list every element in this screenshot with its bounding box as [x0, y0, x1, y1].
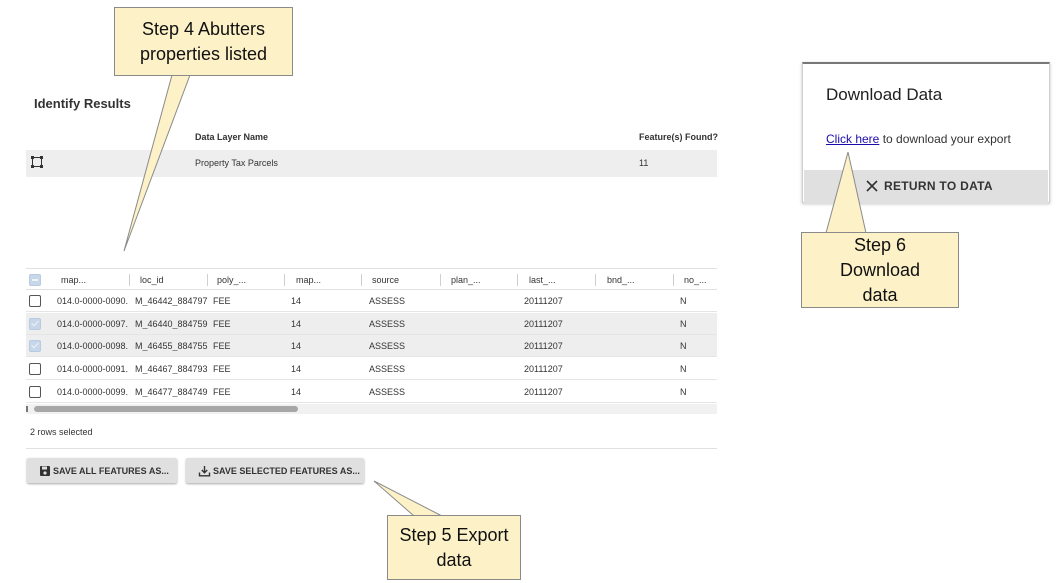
callout-step-4: Step 4 Abutters properties listed — [114, 7, 293, 76]
callout-step-6: Step 6 Download data — [801, 232, 959, 308]
callout-step-5-text: Step 5 Export data — [399, 524, 509, 570]
callout-step-6-text: Step 6 Download data — [839, 234, 921, 305]
callout-step-5: Step 5 Export data — [387, 515, 521, 580]
callout-step-4-text: Step 4 Abutters properties listed — [139, 18, 268, 64]
